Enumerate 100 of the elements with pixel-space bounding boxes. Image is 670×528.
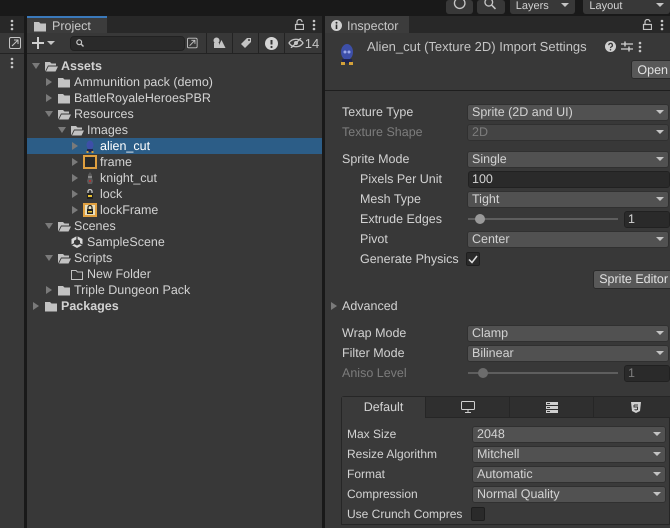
- dropdown[interactable]: Sprite (2D and UI): [467, 104, 669, 120]
- dropdown[interactable]: Automatic: [472, 466, 666, 482]
- search-icon: [76, 39, 84, 47]
- more-icon[interactable]: [638, 40, 642, 52]
- dropdown[interactable]: 2048: [472, 426, 666, 442]
- field-label: Mesh Type: [359, 192, 422, 206]
- hidden-packages-button[interactable]: 14: [284, 33, 322, 53]
- field-label: Pixels Per Unit: [359, 172, 443, 186]
- alien-sprite-icon: [85, 139, 95, 153]
- tree-item[interactable]: Triple Dungeon Pack: [27, 282, 322, 298]
- caret-icon: [656, 331, 664, 335]
- tree-item[interactable]: Packages: [27, 298, 322, 314]
- dropdown[interactable]: Center: [467, 230, 669, 248]
- presets-icon[interactable]: [620, 41, 633, 52]
- dropdown[interactable]: Bilinear: [467, 344, 669, 362]
- exclamation-icon: [265, 36, 278, 50]
- maximize-icon[interactable]: [187, 37, 198, 49]
- number-field[interactable]: 1: [624, 210, 670, 228]
- expanded-arrow-icon[interactable]: [45, 254, 53, 262]
- more-icon[interactable]: [660, 18, 664, 30]
- tag-icon: [240, 37, 252, 49]
- platform-tab[interactable]: [593, 397, 670, 418]
- caret-icon: [656, 351, 664, 355]
- tree-item[interactable]: lock: [27, 186, 322, 202]
- section-foldout[interactable]: Advanced: [330, 299, 398, 313]
- tree-item[interactable]: Resources: [27, 106, 322, 122]
- tree-item[interactable]: Scenes: [27, 218, 322, 234]
- open-folder-icon: [57, 107, 71, 121]
- field-label: Texture Type: [342, 105, 414, 119]
- tree-item[interactable]: knight_cut: [27, 170, 322, 186]
- plus-icon: [32, 37, 44, 49]
- dropdown[interactable]: Mitchell: [472, 446, 666, 462]
- caret-icon: [656, 157, 664, 161]
- project-tab[interactable]: Project: [27, 16, 107, 33]
- inspector-tab[interactable]: Inspector: [325, 16, 409, 33]
- tree-item[interactable]: alien_cut: [27, 138, 322, 154]
- checkbox[interactable]: [466, 252, 480, 266]
- search-icon[interactable]: [477, 0, 505, 14]
- dropdown[interactable]: Normal Quality: [472, 486, 666, 502]
- folder-icon: [44, 299, 58, 313]
- framed-lock-sprite-icon: [83, 203, 97, 217]
- caret-icon: [653, 452, 661, 456]
- tree-item[interactable]: lockFrame: [27, 202, 322, 218]
- dropdown[interactable]: Tight: [467, 190, 669, 208]
- number-field[interactable]: 100: [468, 170, 670, 188]
- lock-icon[interactable]: [642, 19, 652, 30]
- field-label: Texture Shape: [342, 125, 424, 139]
- layers-dropdown[interactable]: Layers: [510, 0, 576, 14]
- caret-icon: [653, 472, 661, 476]
- field-label: Sprite Mode: [342, 152, 410, 166]
- open-folder-icon: [44, 59, 58, 73]
- lock-icon[interactable]: [294, 19, 304, 30]
- tree-item[interactable]: SampleScene: [27, 234, 322, 250]
- sprite-editor-button[interactable]: Sprite Editor: [593, 270, 670, 288]
- asset-title: Alien_cut (Texture 2D) Import Settings: [367, 39, 587, 54]
- tree-item[interactable]: BattleRoyaleHeroesPBR: [27, 90, 322, 106]
- layout-dropdown[interactable]: Layout: [583, 0, 670, 14]
- field-label: Compression: [347, 487, 419, 501]
- tree-item[interactable]: frame: [27, 154, 322, 170]
- caret-icon: [47, 41, 55, 45]
- open-button[interactable]: Open: [631, 60, 670, 79]
- search-field[interactable]: [70, 36, 186, 50]
- slider-thumb[interactable]: [475, 214, 485, 224]
- more-icon[interactable]: [10, 18, 14, 30]
- folder-icon: [57, 283, 71, 297]
- platform-tab[interactable]: [509, 397, 593, 418]
- tree-item[interactable]: Assets: [27, 58, 322, 74]
- field-label: Format: [347, 467, 386, 481]
- frame-sprite-icon: [83, 155, 97, 169]
- knight-sprite-icon: [85, 171, 95, 185]
- tree-item[interactable]: Ammunition pack (demo): [27, 74, 322, 90]
- maximize-icon[interactable]: [9, 37, 21, 49]
- dropdown[interactable]: Clamp: [467, 324, 669, 342]
- platform-tab[interactable]: [425, 397, 509, 418]
- expanded-arrow-icon[interactable]: [32, 62, 40, 70]
- more-icon[interactable]: [312, 18, 316, 30]
- more-icon[interactable]: [10, 57, 14, 69]
- collapsed-arrow-icon: [330, 302, 338, 310]
- folder-icon: [57, 91, 71, 105]
- checkbox[interactable]: [471, 507, 485, 521]
- eye-slash-icon: [288, 38, 304, 48]
- tree-item[interactable]: Images: [27, 122, 322, 138]
- field-label: Extrude Edges: [359, 212, 443, 226]
- field-label: Use Crunch Compres: [347, 507, 464, 521]
- caret-icon: [653, 432, 661, 436]
- field-label: Pivot: [359, 232, 389, 246]
- expanded-arrow-icon[interactable]: [45, 222, 53, 230]
- shapes-icon: [213, 37, 226, 49]
- monitor-icon: [460, 401, 474, 413]
- dropdown[interactable]: Single: [467, 150, 669, 168]
- open-folder-icon: [70, 123, 84, 137]
- caret-icon: [656, 110, 664, 114]
- open-folder-icon: [57, 219, 71, 233]
- help-icon[interactable]: [604, 41, 616, 52]
- info-icon: [331, 20, 342, 31]
- caret-icon: [656, 237, 664, 241]
- tree-item[interactable]: Scripts: [27, 250, 322, 266]
- tree-item[interactable]: New Folder: [27, 266, 322, 282]
- field-label: Max Size: [347, 427, 398, 441]
- server-icon: [546, 402, 558, 412]
